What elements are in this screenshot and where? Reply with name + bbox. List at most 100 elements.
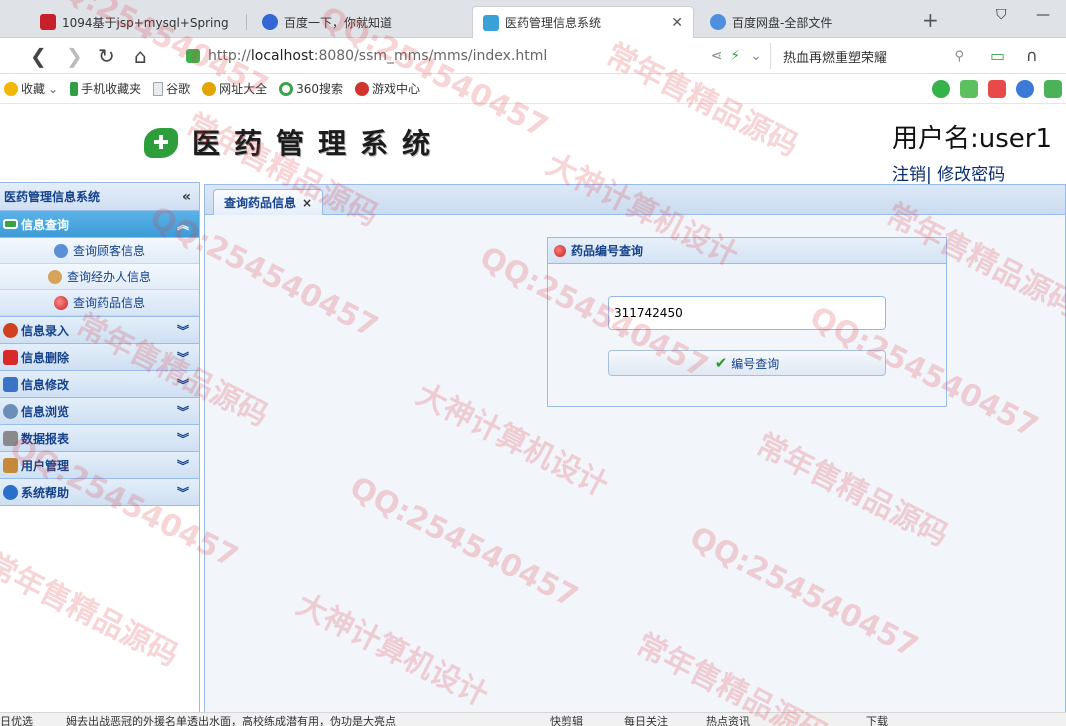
favorites-star-menu[interactable]: 收藏 ⌄ <box>4 80 58 97</box>
battery-icon[interactable]: ▭ <box>990 46 1005 65</box>
status-hot-news[interactable]: 热点资讯 <box>706 713 750 726</box>
home-icon[interactable]: ⌂ <box>134 44 147 68</box>
section-label: 信息浏览 <box>21 404 70 419</box>
forward-icon[interactable]: ❯ <box>66 44 83 68</box>
sidebar: 医药管理信息系统 « 信息查询 ︽ 查询顾客信息 查询经办人信息 查询药品信息 … <box>0 182 200 726</box>
game-icon <box>355 81 370 96</box>
chevron-down-icon: ︾ <box>176 323 189 338</box>
scissors-icon[interactable] <box>988 80 1006 98</box>
sidebar-section-system-help[interactable]: 系统帮助 ︾ <box>0 479 199 506</box>
close-tab-icon[interactable]: ✕ <box>661 15 683 31</box>
sidebar-section-data-report[interactable]: 数据报表 ︾ <box>0 425 199 452</box>
status-quick-edit[interactable]: 快剪辑 <box>550 713 583 726</box>
tab-label: 查询药品信息 <box>224 196 297 210</box>
help-icon <box>3 484 18 500</box>
link-separator: | <box>926 165 932 185</box>
browser-tab-3[interactable]: 医药管理信息系统 ✕ <box>472 6 694 38</box>
user-links: 注销| 修改密码 <box>892 160 1005 185</box>
sidebar-section-info-delete[interactable]: 信息删除 ︾ <box>0 344 199 371</box>
fav-label: 网址大全 <box>219 82 268 96</box>
sidebar-section-info-query[interactable]: 信息查询 ︽ <box>0 211 199 238</box>
delete-x-icon <box>3 349 18 365</box>
gamepad-icon[interactable] <box>1044 80 1062 98</box>
extension-icons <box>932 80 1062 98</box>
section-label: 信息修改 <box>21 377 70 392</box>
change-password-link[interactable]: 修改密码 <box>937 165 1005 185</box>
sidebar-item-query-agent[interactable]: 查询经办人信息 <box>0 264 199 290</box>
section-label: 用户管理 <box>21 458 70 473</box>
tab-title: 1094基于jsp+mysql+Spring+ <box>62 15 228 30</box>
chevron-down-icon: ︾ <box>176 404 189 419</box>
fav-mobile[interactable]: 手机收藏夹 <box>70 80 141 97</box>
minimize-icon[interactable]: — <box>1036 7 1050 23</box>
section-label: 系统帮助 <box>21 485 70 500</box>
fav-google[interactable]: 谷歌 <box>153 80 190 97</box>
lightning-icon[interactable]: ⚡ <box>730 48 740 64</box>
share-icon[interactable]: ⋖ <box>711 48 723 64</box>
news-ticker[interactable]: 姆去出战恶冠的外援名单透出水面，高校练成潜有用，伪功是大亮点 <box>66 713 396 726</box>
browser-tab-1[interactable]: 1094基于jsp+mysql+Spring+ <box>30 6 228 38</box>
pencil-icon <box>3 376 18 392</box>
fav-game-center[interactable]: 游戏中心 <box>355 80 420 97</box>
sidebar-item-query-medicine[interactable]: 查询药品信息 <box>0 290 199 316</box>
search-icon[interactable]: ⚲ <box>954 49 964 64</box>
baidu-paw-icon <box>262 14 278 30</box>
status-daily-focus[interactable]: 每日关注 <box>624 713 668 726</box>
panel-title: 药品编号查询 <box>571 244 644 258</box>
translate-icon[interactable] <box>960 80 978 98</box>
main-panel: 查询药品信息 × 药品编号查询 ✔ 编号查询 <box>204 184 1066 726</box>
url-field[interactable]: http://localhost:8080/ssm_mms/mms/index.… <box>186 43 766 69</box>
medicine-id-query-panel: 药品编号查询 ✔ 编号查询 <box>547 237 947 407</box>
phone-icon <box>70 81 79 96</box>
printer-icon <box>3 430 18 446</box>
logo-title: 医药管理系统 <box>192 127 445 160</box>
wechat-icon[interactable] <box>932 80 950 98</box>
back-icon[interactable]: ❮ <box>30 44 47 68</box>
app-logo: 医药管理系统 <box>142 122 444 162</box>
check-icon: ✔ <box>714 354 728 372</box>
collapse-sidebar-icon[interactable]: « <box>182 189 191 205</box>
sidebar-section-info-entry[interactable]: 信息录入 ︾ <box>0 317 199 344</box>
status-download[interactable]: 下载 <box>866 713 888 726</box>
sidebar-section-info-edit[interactable]: 信息修改 ︾ <box>0 371 199 398</box>
section-label: 信息录入 <box>21 323 70 338</box>
tab-query-medicine[interactable]: 查询药品信息 × <box>213 189 324 215</box>
medicine-id-input[interactable] <box>608 296 886 330</box>
site-favicon-icon <box>40 14 56 30</box>
item-label: 查询经办人信息 <box>66 270 151 284</box>
entry-icon <box>3 322 18 338</box>
tab-divider <box>246 14 247 30</box>
search-icon[interactable] <box>1016 80 1034 98</box>
content-tab-strip: 查询药品信息 × <box>205 185 1065 215</box>
pill-icon <box>53 295 68 310</box>
fav-hao123[interactable]: 网址大全 <box>202 80 267 97</box>
sidebar-section-info-browse[interactable]: 信息浏览 ︾ <box>0 398 199 425</box>
sidebar-section-user-admin[interactable]: 用户管理 ︾ <box>0 452 199 479</box>
id-query-button[interactable]: ✔ 编号查询 <box>608 350 886 376</box>
section-label: 信息查询 <box>21 217 70 232</box>
app-favicon-icon <box>483 14 499 31</box>
url-path: :8080/ssm_mms/mms/index.html <box>313 48 548 64</box>
reload-icon[interactable]: ↻ <box>98 44 115 68</box>
sidebar-item-query-customer[interactable]: 查询顾客信息 <box>0 238 199 264</box>
user-name-label: 用户名:user1 <box>891 124 1052 154</box>
cross-site-icon <box>202 81 217 96</box>
chevron-down-icon: ︾ <box>176 377 189 392</box>
shirt-skin-icon[interactable]: ⛉ <box>996 7 1007 23</box>
chevron-down-icon: ︾ <box>176 485 189 500</box>
fav-360-search[interactable]: 360搜索 <box>279 80 343 97</box>
search-input[interactable]: 热血再燃重塑荣耀 ⚲ <box>770 43 970 69</box>
users-icon <box>47 269 62 284</box>
browser-tab-4[interactable]: 百度网盘-全部文件 <box>700 6 910 38</box>
close-tab-icon[interactable]: × <box>302 196 312 210</box>
star-icon <box>4 81 18 96</box>
browser-tab-2[interactable]: 百度一下，你就知道 <box>252 6 466 38</box>
new-tab-icon[interactable]: + <box>922 8 939 32</box>
sidebar-title: 医药管理信息系统 <box>4 190 101 204</box>
fav-label: 收藏 <box>21 82 46 96</box>
url-prefix: http:// <box>208 48 251 64</box>
favorites-bar: 收藏 ⌄ 手机收藏夹 谷歌 网址大全 360搜索 游戏中心 <box>0 74 1066 104</box>
logout-link[interactable]: 注销 <box>892 165 926 185</box>
headphone-icon[interactable]: ∩ <box>1026 46 1038 65</box>
chevron-down-icon[interactable]: ⌄ <box>750 48 762 64</box>
